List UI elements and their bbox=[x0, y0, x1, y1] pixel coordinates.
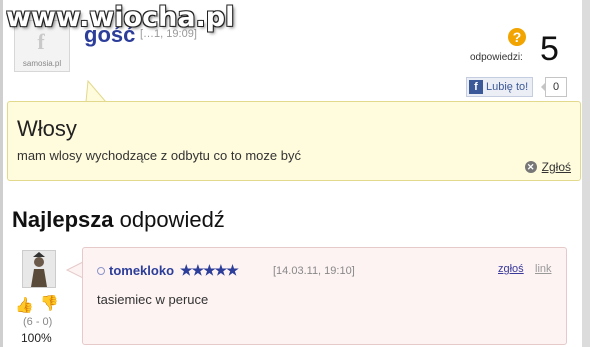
best-answer-heading-rest: odpowiedź bbox=[113, 207, 225, 232]
report-question-button[interactable]: ✕ Zgłoś bbox=[524, 160, 571, 174]
facebook-icon: f bbox=[469, 80, 483, 94]
like-count: 0 bbox=[541, 77, 567, 97]
report-answer-link[interactable]: zgłoś bbox=[498, 263, 524, 275]
best-answer-heading: Najlepsza odpowiedź bbox=[12, 207, 225, 233]
right-scrollbar-track[interactable] bbox=[582, 0, 590, 347]
answer-permalink[interactable]: link bbox=[535, 263, 552, 275]
question-box: Włosy mam wlosy wychodzące z odbytu co t… bbox=[7, 101, 581, 181]
answers-label: odpowiedzi: bbox=[470, 52, 523, 63]
close-circle-icon: ✕ bbox=[524, 161, 537, 173]
vote-counts: (6 - 0) bbox=[23, 316, 53, 328]
report-label: Zgłoś bbox=[541, 160, 571, 174]
question-body: mam wlosy wychodzące z odbytu co to moze… bbox=[17, 148, 301, 163]
question-box-pointer bbox=[85, 79, 108, 104]
answers-counter: ? odpowiedzi: 5 bbox=[468, 28, 568, 68]
avatar-caption: samosia.pl bbox=[22, 59, 62, 68]
answer-body: tasiemiec w peruce bbox=[97, 292, 209, 307]
answer-author[interactable]: tomekloko ★★★★★ bbox=[97, 262, 239, 279]
like-label: Lubię to! bbox=[486, 81, 529, 93]
question-mark-icon: ? bbox=[508, 28, 526, 46]
watermark: www.wiocha.pl bbox=[6, 2, 235, 33]
left-border bbox=[0, 0, 3, 347]
answer-author-avatar[interactable] bbox=[22, 250, 56, 288]
facebook-like-button[interactable]: f Lubię to! bbox=[466, 77, 534, 97]
avatar-figure-icon bbox=[23, 251, 55, 287]
user-status-icon bbox=[97, 266, 105, 275]
rating-stars-icon: ★★★★★ bbox=[180, 262, 239, 278]
answer-box: tomekloko ★★★★★ [14.03.11, 19:10] zgłoś … bbox=[82, 247, 567, 345]
answers-count: 5 bbox=[540, 30, 559, 68]
vote-percent: 100% bbox=[21, 331, 52, 345]
answer-author-name: tomekloko bbox=[109, 263, 175, 278]
best-answer-heading-bold: Najlepsza bbox=[12, 207, 114, 232]
answer-date: [14.03.11, 19:10] bbox=[273, 265, 355, 277]
question-title: Włosy bbox=[17, 116, 77, 141]
thumb-up-icon[interactable]: 👍 bbox=[15, 296, 34, 314]
thumb-down-icon[interactable]: 👎 bbox=[40, 294, 59, 312]
